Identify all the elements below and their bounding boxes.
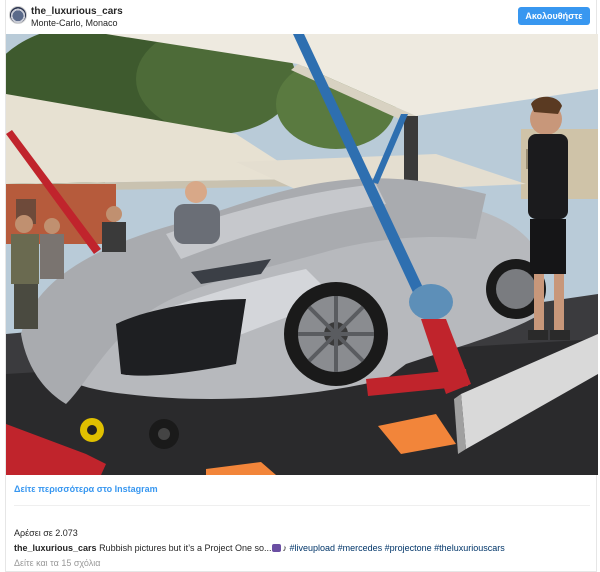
- camera-emoji-icon: [272, 544, 282, 552]
- avatar[interactable]: [9, 6, 27, 24]
- divider: [14, 505, 590, 506]
- view-all-comments-link[interactable]: Δείτε και τα 15 σχόλια: [14, 558, 100, 568]
- post-photo[interactable]: [6, 34, 598, 475]
- caption: the_luxurious_cars Rubbish pictures but …: [14, 543, 594, 553]
- hashtag-mercedes[interactable]: #mercedes: [338, 543, 383, 553]
- car-photo: [6, 34, 598, 475]
- likes-count[interactable]: Αρέσει σε 2.073: [14, 528, 78, 538]
- post-header: the_luxurious_cars Monte-Carlo, Monaco Α…: [6, 0, 596, 34]
- hashtag-liveupload[interactable]: #liveupload: [290, 543, 336, 553]
- hashtag-projectone[interactable]: #projectone: [385, 543, 432, 553]
- location-link[interactable]: Monte-Carlo, Monaco: [31, 18, 118, 28]
- caption-text: Rubbish pictures but it’s a Project One …: [99, 543, 272, 553]
- instagram-embed: the_luxurious_cars Monte-Carlo, Monaco Α…: [5, 0, 598, 572]
- follow-button[interactable]: Ακολουθήστε: [518, 7, 590, 25]
- username-link[interactable]: the_luxurious_cars: [31, 6, 123, 17]
- hashtag-theluxuriouscars[interactable]: #theluxuriouscars: [434, 543, 505, 553]
- music-note-icon: ♪: [282, 543, 287, 553]
- view-more-link[interactable]: Δείτε περισσότερα στο Instagram: [14, 484, 158, 494]
- caption-username[interactable]: the_luxurious_cars: [14, 543, 97, 553]
